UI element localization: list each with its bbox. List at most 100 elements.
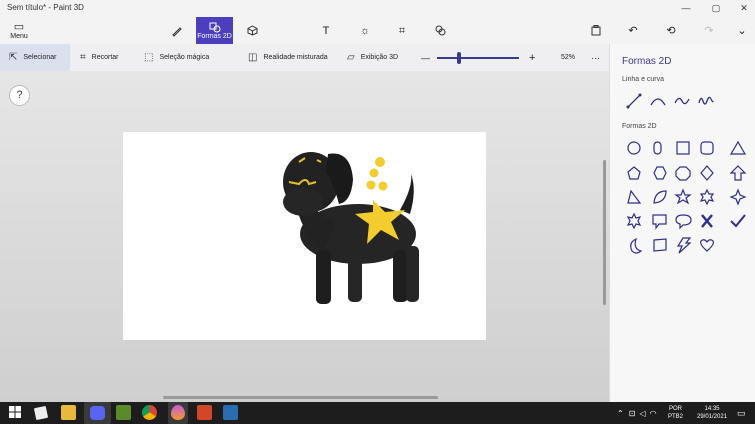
line-shape-icon[interactable] [625, 92, 643, 110]
undo-button[interactable]: ↶ [624, 17, 642, 44]
shapes-3d-button[interactable] [243, 17, 261, 44]
brush-icon [172, 26, 182, 37]
help-button[interactable]: ? [9, 85, 30, 106]
star-4-shape-icon[interactable] [729, 188, 747, 206]
network-icon[interactable]: ⊡ [629, 409, 636, 418]
volume-icon[interactable]: ◁ [639, 409, 645, 418]
magic-select-button[interactable]: ⬚ Seleção mágica [144, 44, 209, 71]
zoom-level: 52% [561, 44, 575, 71]
expand-button[interactable]: ⌄ [733, 17, 751, 44]
menu-button[interactable]: ▭ Menu [6, 17, 32, 44]
shapes-grid [626, 140, 747, 254]
select-button[interactable]: ⇱ Selecionar [0, 44, 70, 71]
leaf-shape-icon[interactable] [653, 190, 667, 204]
right-triangle-shape-icon[interactable] [627, 189, 642, 204]
magic-select-label: Seleção mágica [159, 54, 210, 61]
system-tray: ⌃ ⊡ ◁ ◠ [617, 402, 657, 424]
main-toolbar: ▭ Menu Formas 2D T ☼ ⌗ ↶ ⟲ ↷ ⌄ [0, 17, 755, 44]
circle-shape-icon[interactable] [627, 141, 641, 155]
history-button[interactable]: ⟲ [662, 17, 680, 44]
horizontal-scrollbar[interactable] [163, 396, 438, 399]
close-icon[interactable]: ✕ [734, 0, 754, 17]
folder-icon: ▭ [13, 21, 25, 33]
clock[interactable]: 14:35 29/01/2021 [697, 402, 727, 424]
capsule-shape-icon[interactable] [653, 141, 662, 155]
dog-3d-model[interactable] [123, 132, 486, 340]
speech-bubble-rect-shape-icon[interactable] [652, 214, 667, 230]
chrome-icon[interactable] [142, 405, 157, 420]
pentagon-shape-icon[interactable] [627, 166, 641, 180]
text-button[interactable]: T [317, 17, 335, 44]
x-shape-icon[interactable] [701, 214, 713, 228]
triangle-shape-icon[interactable] [729, 140, 747, 155]
clock-time: 14:35 [704, 406, 720, 412]
library-icon [435, 25, 445, 36]
rounded-square-shape-icon[interactable] [700, 141, 714, 155]
language-code: POR [669, 406, 683, 412]
zoom-slider[interactable] [437, 52, 519, 64]
window-title: Sem título* - Paint 3D [7, 3, 84, 12]
zoom-out-button[interactable]: — [421, 44, 430, 71]
wifi-icon[interactable]: ◠ [650, 409, 657, 418]
paint-3d-taskbar-button[interactable] [168, 402, 188, 424]
mixed-reality-label: Realidade misturada [263, 54, 328, 61]
effects-button[interactable]: ☼ [356, 17, 374, 44]
mixed-reality-icon: ◫ [248, 52, 258, 63]
menu-label: Menu [10, 33, 28, 40]
chevron-up-icon[interactable]: ⌃ [617, 409, 624, 418]
maximize-icon[interactable]: ▢ [706, 0, 726, 17]
photos-icon[interactable] [223, 405, 238, 420]
burst-shape-icon[interactable] [626, 212, 642, 230]
language-indicator[interactable]: POR PTB2 [668, 402, 683, 424]
shapes-2d-button[interactable]: Formas 2D [196, 17, 233, 44]
undo-icon: ↶ [628, 24, 638, 37]
more-options-button[interactable]: ··· [591, 44, 600, 71]
diamond-shape-icon[interactable] [700, 165, 714, 181]
help-icon: ? [16, 89, 23, 101]
curve-shape-icon[interactable] [649, 92, 667, 110]
speech-bubble-round-shape-icon[interactable] [675, 214, 692, 230]
windows-start-icon[interactable] [9, 406, 21, 418]
hexagon-shape-icon[interactable] [653, 166, 667, 180]
moon-shape-icon[interactable] [630, 237, 643, 254]
3d-library-button[interactable] [431, 17, 449, 44]
file-explorer-icon[interactable] [61, 405, 76, 420]
drawing-canvas[interactable] [123, 132, 486, 340]
zoom-in-button[interactable]: + [529, 44, 535, 71]
lines-section-title: Linha e curva [622, 76, 665, 83]
arrow-up-shape-icon[interactable] [729, 165, 747, 181]
canvas-button[interactable]: ⌗ [393, 17, 411, 44]
powerpoint-icon[interactable] [197, 405, 212, 420]
banner-shape-icon[interactable] [653, 238, 667, 252]
minimize-icon[interactable]: — [676, 0, 696, 17]
zoom-slider-thumb[interactable] [457, 52, 461, 64]
redo-button[interactable]: ↷ [700, 17, 718, 44]
vertical-scrollbar[interactable] [603, 160, 606, 305]
octagon-shape-icon[interactable] [675, 166, 691, 181]
minecraft-icon[interactable] [116, 405, 131, 420]
heart-shape-icon[interactable] [700, 239, 714, 252]
panel-title: Formas 2D [622, 56, 672, 67]
paste-button[interactable] [587, 17, 605, 44]
brushes-button[interactable] [167, 17, 187, 44]
magic-select-icon: ⬚ [144, 52, 154, 63]
paste-icon [591, 25, 601, 36]
roblox-icon[interactable] [33, 405, 49, 421]
notifications-icon[interactable]: ▭ [737, 402, 746, 424]
view-3d-button[interactable]: ▱ Exibição 3D [347, 44, 398, 71]
select-label: Selecionar [23, 54, 57, 61]
square-shape-icon[interactable] [676, 141, 690, 155]
crop-button[interactable]: ⌗ Recortar [80, 44, 118, 71]
lightning-shape-icon[interactable] [676, 237, 692, 254]
redo-icon: ↷ [704, 24, 714, 37]
checkmark-shape-icon[interactable] [730, 214, 746, 228]
mixed-reality-button[interactable]: ◫ Realidade misturada [248, 44, 328, 71]
shapes-2d-label: Formas 2D [197, 32, 232, 40]
s-curve-shape-icon[interactable] [673, 92, 691, 110]
wave-shape-icon[interactable] [697, 92, 715, 110]
view-3d-icon: ▱ [347, 52, 355, 63]
star-5-shape-icon[interactable] [674, 188, 692, 205]
discord-taskbar-button[interactable] [84, 402, 111, 424]
command-bar: ⇱ Selecionar ⌗ Recortar ⬚ Seleção mágica… [0, 44, 609, 72]
star-6-shape-icon[interactable] [699, 188, 715, 206]
